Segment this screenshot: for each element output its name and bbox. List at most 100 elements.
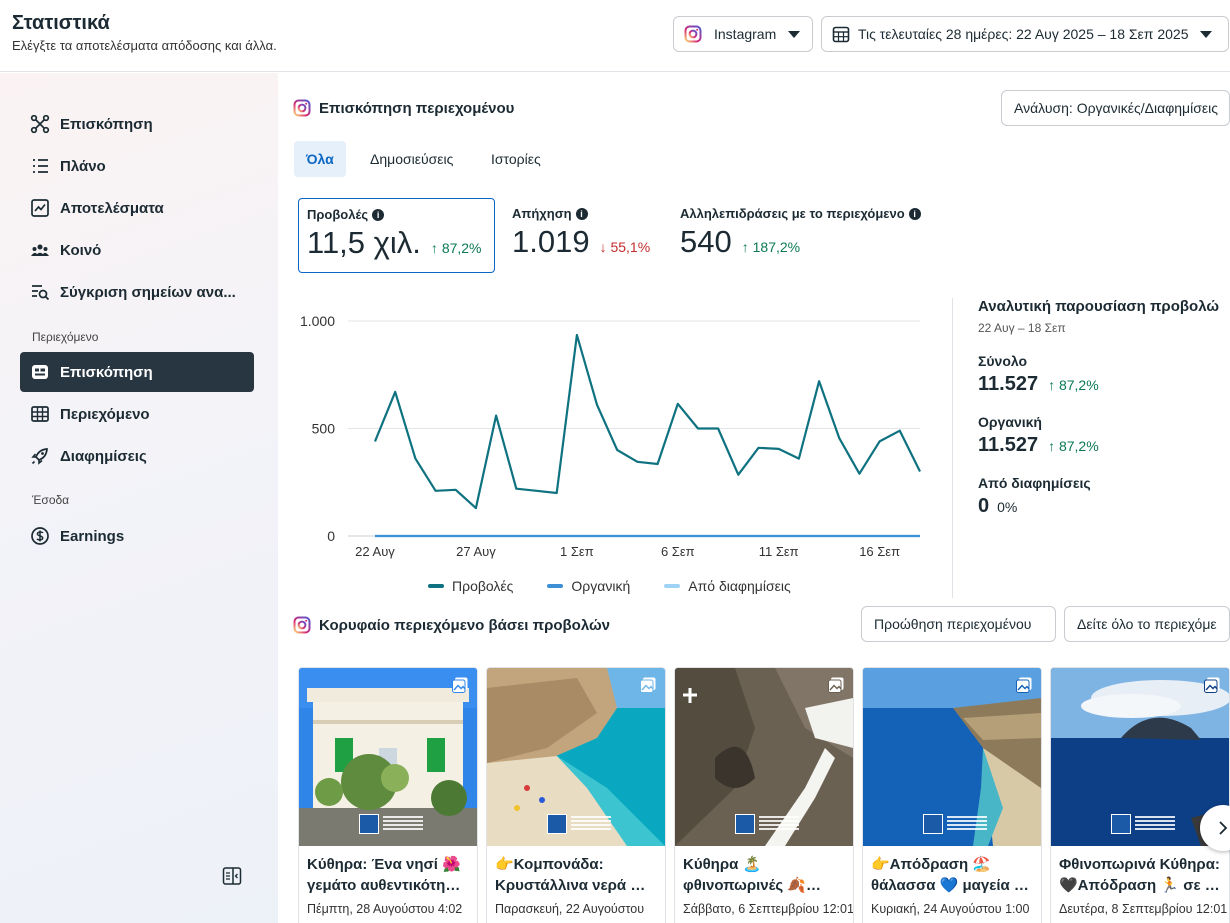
instagram-icon [293, 99, 311, 117]
breakdown-organic-row: 11.527 ↑ 87,2% [978, 434, 1230, 457]
sidebar-item-overview[interactable]: Επισκόπηση [20, 104, 254, 144]
content-card[interactable]: Κύθηρα 🏝️ φθινοπωρινές 🍂… Σάββατο, 6 Σεπ… [674, 667, 854, 923]
content-overview-icon [32, 365, 48, 379]
gallery-icon [640, 677, 656, 693]
content-card[interactable]: Φθινοπωρινά Κύθηρα: 🖤Απόδραση 🏃 σε … Δευ… [1050, 667, 1230, 923]
legend-label: Οργανική [571, 578, 631, 594]
card-title: 👉Κομπονάδα: Κρυστάλλινα νερά … [495, 856, 646, 894]
breakdown-ads-value: 0 [978, 495, 990, 517]
metric-interactions-label: Αλληλεπιδράσεις με το περιεχόμενο i [680, 206, 944, 221]
calendar-icon [832, 26, 850, 43]
divider [952, 298, 953, 598]
card-date: Δευτέρα, 8 Σεπτεμβρίου 12:01 [1059, 902, 1228, 916]
x-tick-label: 1 Σεπ [560, 544, 594, 559]
sidebar-item-benchmark[interactable]: Σύγκριση σημείων ανα... [20, 272, 254, 312]
sidebar-item-earnings[interactable]: Earnings [20, 516, 254, 556]
x-tick-label: 27 Αυγ [456, 544, 496, 559]
post-thumbnail[interactable] [487, 668, 665, 846]
metric-interactions[interactable]: Αλληλεπιδράσεις με το περιεχόμενο i 540 … [672, 198, 952, 273]
instagram-icon [684, 25, 702, 43]
metric-reach-label: Απήχηση i [512, 206, 666, 221]
card-date: Πέμπτη, 28 Αυγούστου 4:02 [307, 902, 463, 916]
sidebar-item-label: Πλάνο [60, 157, 106, 175]
sidebar-item-content-overview[interactable]: Επισκόπηση [20, 352, 254, 392]
x-tick-label: 6 Σεπ [661, 544, 695, 559]
metric-label-text: Προβολές [307, 207, 369, 222]
gallery-icon [1016, 677, 1032, 693]
x-tick-label: 22 Αυγ [355, 544, 395, 559]
breakdown-organic-label: Οργανική [978, 414, 1042, 430]
y-tick-label: 0 [327, 528, 335, 544]
metric-change-value: 55,1% [610, 239, 651, 255]
metric-interactions-row: 540 ↑ 187,2% [680, 224, 944, 260]
gallery-icon [1204, 677, 1220, 693]
tab-all[interactable]: Όλα [294, 141, 346, 177]
collapse-sidebar-icon[interactable] [222, 866, 242, 886]
views-breakdown-panel: Αναλυτική παρουσίαση προβολώ 22 Αυγ – 18… [978, 298, 1230, 518]
overview-section-title: Επισκόπηση περιεχομένου [293, 99, 514, 117]
legend-swatch [664, 584, 681, 588]
top-content-title-text: Κορυφαίο περιεχόμενο βάσει προβολών [319, 616, 611, 634]
logo-text-lines [383, 816, 423, 834]
metric-value: 11,5 χιλ. [307, 225, 421, 260]
sidebar-item-content[interactable]: Περιεχόμενο [20, 394, 254, 434]
metric-label-text: Αλληλεπιδράσεις με το περιεχόμενο [680, 206, 905, 221]
platform-selector[interactable]: Instagram [673, 16, 813, 52]
rocket-icon [31, 448, 48, 465]
sidebar-item-ads[interactable]: Διαφημίσεις [20, 436, 254, 476]
breakdown-organic-value: 11.527 [978, 434, 1039, 456]
post-thumbnail[interactable] [299, 668, 477, 846]
breakdown-total-change: ↑ 87,2% [1048, 377, 1099, 393]
people-icon [31, 244, 49, 256]
chevron-right-icon [1219, 821, 1228, 835]
sidebar-item-label: Earnings [60, 527, 125, 545]
card-date: Κυριακή, 24 Αυγούστου 1:00 [871, 902, 1030, 916]
tab-posts[interactable]: Δημοσιεύσεις [358, 141, 465, 177]
gallery-icon [828, 677, 844, 693]
table-icon [31, 406, 49, 422]
top-header: Στατιστικά Ελέγξτε τα αποτελέσματα απόδο… [0, 0, 1230, 72]
main-content: Επισκόπηση περιεχομένου Ανάλυση: Οργανικ… [278, 73, 1230, 923]
info-icon[interactable]: i [372, 208, 385, 221]
content-card[interactable]: Κύθηρα: Ένα νησί 🌺 γεμάτο αυθεντικότη… Π… [298, 667, 478, 923]
logo-text-lines [947, 816, 987, 834]
content-card[interactable]: 👉Απόδραση 🏖️ θάλασσα 💙 μαγεία … Κυριακή,… [862, 667, 1042, 923]
analysis-dropdown[interactable]: Ανάλυση: Οργανικές/Διαφημίσεις [1001, 90, 1230, 126]
content-card[interactable]: 👉Κομπονάδα: Κρυστάλλινα νερά … Παρασκευή… [486, 667, 666, 923]
logo-text-lines [759, 816, 799, 834]
sidebar-item-audience[interactable]: Κοινό [20, 230, 254, 270]
promote-content-button[interactable]: Προώθηση περιεχομένου [861, 606, 1056, 642]
sidebar-item-plan[interactable]: Πλάνο [20, 146, 254, 186]
sidebar-item-label: Σύγκριση σημείων ανα... [60, 283, 236, 301]
legend-swatch [428, 584, 444, 588]
legend-item-ads[interactable]: Από διαφημίσεις [664, 578, 791, 594]
post-thumbnail[interactable] [863, 668, 1041, 846]
sidebar-section-income: Έσοδα [32, 493, 70, 507]
trend-chart-icon [31, 199, 49, 217]
date-range-selector[interactable]: Τις τελευταίες 28 ημέρες: 22 Αυγ 2025 – … [821, 16, 1229, 52]
metric-change-value: 187,2% [752, 239, 801, 255]
tab-stories[interactable]: Ιστορίες [479, 141, 553, 177]
views-line-chart: 1.000 500 0 22 Αυγ 27 Αυγ 1 Σεπ 6 Σεπ 11 Σεπ 16 … [300, 313, 921, 559]
metric-reach[interactable]: Απήχηση i 1.019 ↓ 55,1% [504, 198, 674, 273]
instagram-icon [293, 616, 311, 634]
legend-item-organic[interactable]: Οργανική [547, 578, 630, 594]
info-icon[interactable]: i [908, 207, 921, 220]
sidebar-item-results[interactable]: Αποτελέσματα [20, 188, 254, 228]
post-thumbnail[interactable] [675, 668, 853, 846]
change-value: 87,2% [1058, 438, 1099, 454]
card-date: Παρασκευή, 22 Αυγούστου [495, 902, 645, 916]
sidebar-item-label: Περιεχόμενο [60, 405, 150, 423]
y-tick-label: 500 [312, 421, 336, 437]
see-all-content-button[interactable]: Δείτε όλο το περιεχόμε [1064, 606, 1230, 642]
sidebar-item-label: Αποτελέσματα [60, 199, 164, 217]
card-title: Φθινοπωρινά Κύθηρα: 🖤Απόδραση 🏃 σε … [1059, 856, 1220, 894]
sidebar-item-label: Διαφημίσεις [60, 447, 147, 465]
sidebar-item-label: Κοινό [60, 241, 102, 259]
legend-label: Από διαφημίσεις [688, 578, 791, 594]
overview-title-text: Επισκόπηση περιεχομένου [319, 99, 515, 117]
info-icon[interactable]: i [575, 207, 588, 220]
change-value: 87,2% [1058, 377, 1099, 393]
metric-views[interactable]: Προβολές i 11,5 χιλ. ↑ 87,2% [298, 198, 495, 273]
legend-item-views[interactable]: Προβολές [428, 578, 513, 594]
